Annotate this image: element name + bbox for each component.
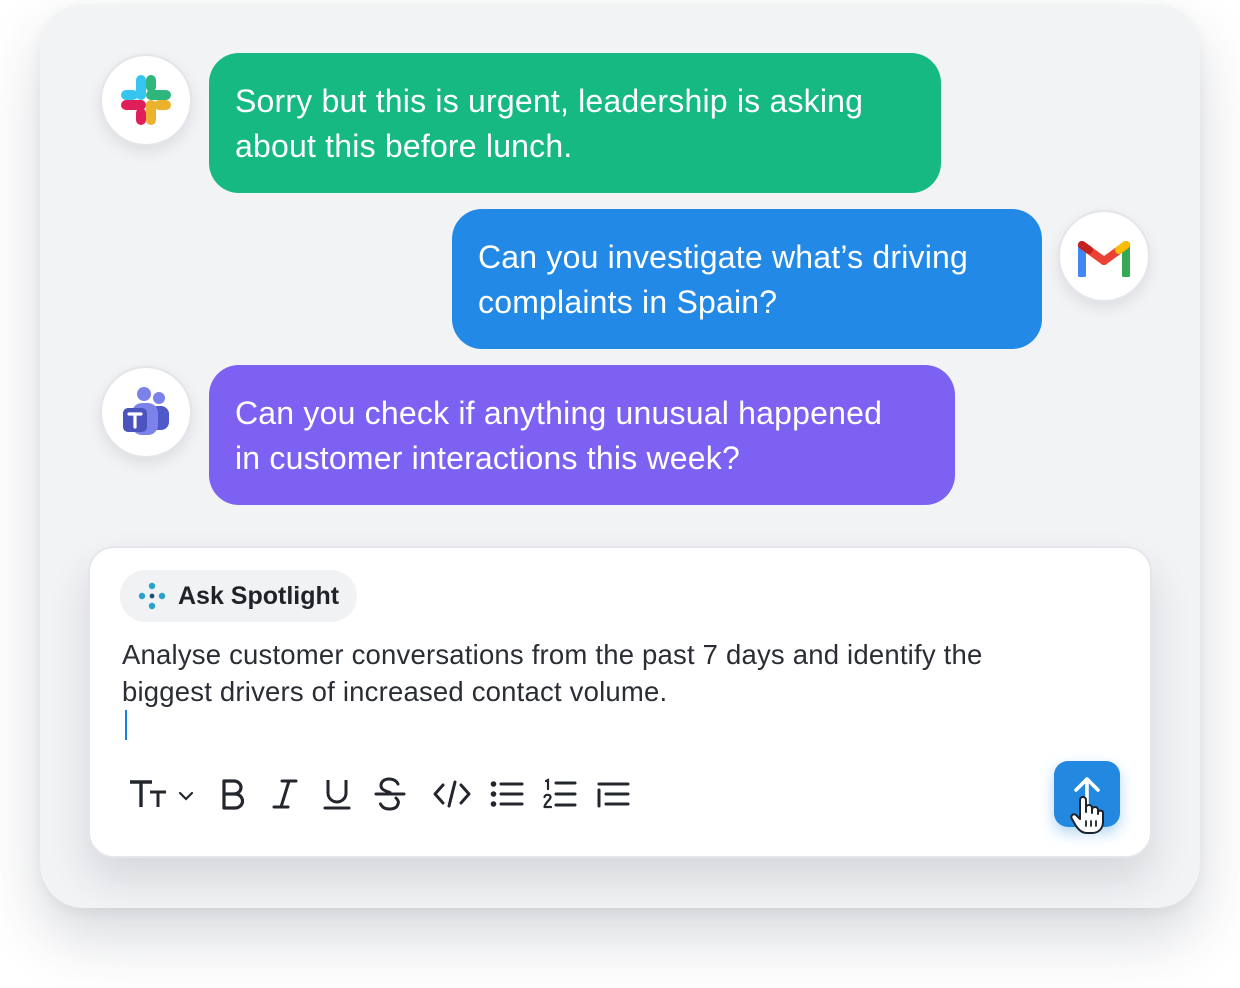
text-size-icon xyxy=(130,780,194,807)
slack-logo-icon xyxy=(121,75,171,125)
message-line: complaints in Spain? xyxy=(478,284,778,320)
teams-avatar xyxy=(100,366,192,458)
ask-spotlight-chip[interactable]: Ask Spotlight xyxy=(120,570,358,622)
hand-cursor-icon xyxy=(1070,796,1104,834)
message-composer: Ask Spotlight Analyse customer conversat… xyxy=(88,546,1152,858)
indent-list-icon xyxy=(597,782,630,808)
italic-icon xyxy=(272,779,298,809)
message-line: Can you investigate what’s driving xyxy=(478,239,969,275)
slack-avatar xyxy=(100,54,192,146)
message-bubble-gmail: Can you investigate what’s driving compl… xyxy=(452,209,1042,349)
send-button[interactable] xyxy=(1054,761,1120,834)
text-size-button[interactable] xyxy=(128,774,198,814)
message-line: Sorry but this is urgent, leadership is … xyxy=(235,83,864,119)
prompt-line-last: biggest drivers of increased contact vol… xyxy=(122,673,1122,740)
indent-list-button[interactable] xyxy=(596,774,630,814)
numbered-list-icon xyxy=(543,778,577,809)
gmail-logo-icon xyxy=(1078,241,1130,277)
sparkle-dots-icon xyxy=(138,582,166,610)
message-line: in customer interactions this week? xyxy=(235,440,740,476)
message-bubble-teams: Can you check if anything unusual happen… xyxy=(209,365,955,505)
italic-button[interactable] xyxy=(270,774,300,814)
chip-label: Ask Spotlight xyxy=(178,581,340,610)
bold-button[interactable] xyxy=(218,774,248,814)
strikethrough-button[interactable] xyxy=(374,774,406,814)
underline-icon xyxy=(323,780,351,810)
message-line: Can you check if anything unusual happen… xyxy=(235,395,883,431)
bullet-list-icon xyxy=(490,781,524,807)
teams-logo-icon xyxy=(123,387,169,435)
code-icon xyxy=(433,780,471,808)
bold-icon xyxy=(222,779,245,810)
underline-button[interactable] xyxy=(322,774,352,814)
text-caret xyxy=(125,710,127,740)
prompt-line: Analyse customer conversations from the … xyxy=(122,639,983,670)
message-bubble-slack: Sorry but this is urgent, leadership is … xyxy=(209,53,941,193)
code-button[interactable] xyxy=(433,774,471,814)
bullet-list-button[interactable] xyxy=(490,774,524,814)
message-line: about this before lunch. xyxy=(235,128,573,164)
prompt-input[interactable]: Analyse customer conversations from the … xyxy=(122,636,1122,740)
gmail-avatar xyxy=(1058,210,1150,302)
numbered-list-button[interactable] xyxy=(543,774,577,814)
strikethrough-icon xyxy=(374,777,406,811)
